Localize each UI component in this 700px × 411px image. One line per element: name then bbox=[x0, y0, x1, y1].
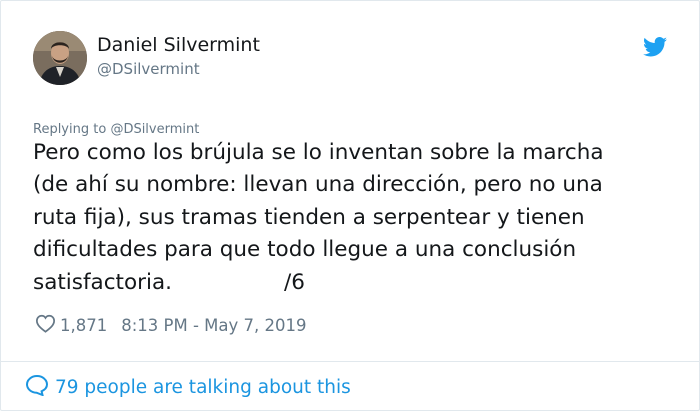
thread-marker: /6 bbox=[283, 269, 305, 295]
tweet-text-line: dificultades para que todo llegue a una … bbox=[33, 237, 577, 263]
tweet-text-line-last: satisfactoria. /6 bbox=[33, 267, 683, 299]
conversation-link[interactable]: 79 people are talking about this bbox=[25, 374, 351, 400]
speech-bubble-icon bbox=[25, 374, 55, 401]
tweet-text-line: ruta fija), sus tramas tienden a serpent… bbox=[33, 204, 585, 230]
tweet-text-line: (de ahí su nombre: llevan una dirección,… bbox=[33, 172, 603, 198]
tweet-card: Daniel Silvermint @DSilvermint Replying … bbox=[0, 0, 700, 411]
like-count[interactable]: 1,871 bbox=[60, 316, 107, 335]
tweet-text: Pero como los brújula se lo inventan sob… bbox=[33, 137, 683, 299]
tweet-text-line: Pero como los brújula se lo inventan sob… bbox=[33, 140, 604, 165]
reply-mention-link[interactable]: @DSilvermint bbox=[110, 122, 199, 137]
avatar[interactable] bbox=[33, 31, 87, 85]
conversation-count-label[interactable]: 79 people are talking about this bbox=[55, 377, 351, 398]
author-handle[interactable]: @DSilvermint bbox=[97, 60, 200, 78]
divider bbox=[1, 361, 699, 362]
tweet-text-line: satisfactoria. bbox=[33, 269, 172, 295]
author-name[interactable]: Daniel Silvermint bbox=[97, 34, 260, 56]
timestamp[interactable]: 8:13 PM - May 7, 2019 bbox=[121, 316, 306, 335]
replying-to: Replying to @DSilvermint bbox=[33, 122, 199, 137]
heart-icon[interactable] bbox=[35, 314, 60, 337]
twitter-bird-icon[interactable] bbox=[643, 37, 667, 57]
tweet-meta: 1,871 8:13 PM - May 7, 2019 bbox=[35, 313, 307, 337]
replying-prefix: Replying to bbox=[33, 122, 111, 137]
